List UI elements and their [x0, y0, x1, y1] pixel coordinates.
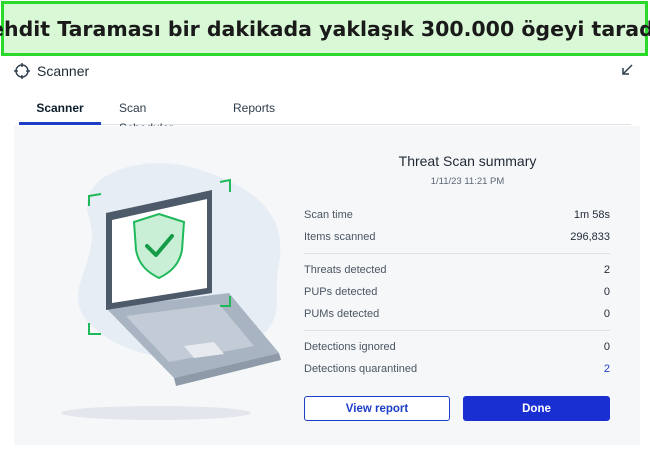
row-label: Items scanned — [304, 231, 376, 243]
divider — [304, 330, 610, 331]
crosshair-icon — [14, 63, 30, 79]
collapse-arrow-icon[interactable] — [620, 63, 634, 77]
tab-reports[interactable]: Reports — [233, 98, 293, 125]
title-bar: Scanner — [3, 56, 646, 86]
summary-row-scan-time: Scan time 1m 58s — [304, 209, 610, 225]
row-label: Threats detected — [304, 264, 387, 276]
summary-date: 1/11/23 11:21 PM — [430, 176, 505, 187]
caption-text: Tehdit Taraması bir dakikada yaklaşık 30… — [0, 16, 650, 41]
row-value: 0 — [603, 308, 610, 320]
row-value: 0 — [603, 286, 610, 298]
caption-banner: Tehdit Taraması bir dakikada yaklaşık 30… — [0, 1, 650, 56]
quarantined-count-link[interactable]: 2 — [604, 363, 610, 375]
window-title: Scanner — [37, 63, 90, 79]
row-label: Detections ignored — [304, 341, 396, 353]
scan-summary-panel: Threat Scan summary 1/11/23 11:21 PM Sca… — [14, 126, 640, 445]
summary-title: Threat Scan summary — [398, 153, 537, 169]
summary-row-detections-quarantined: Detections quarantined 2 — [304, 363, 610, 379]
summary-row-detections-ignored: Detections ignored 0 — [304, 341, 610, 357]
row-label: PUMs detected — [304, 308, 380, 320]
tab-bar: Scanner Scan Scheduler Reports — [19, 98, 631, 135]
scanner-window: Scanner Scanner Scan Scheduler Reports — [3, 56, 646, 447]
row-label: PUPs detected — [304, 286, 378, 298]
row-value: 296,833 — [570, 231, 610, 243]
divider — [304, 253, 610, 254]
done-button[interactable]: Done — [463, 396, 610, 421]
view-report-button[interactable]: View report — [304, 396, 450, 421]
row-label: Detections quarantined — [304, 363, 418, 375]
tab-scan-scheduler[interactable]: Scan Scheduler — [119, 98, 201, 135]
tab-scanner[interactable]: Scanner — [19, 98, 101, 125]
row-value: 0 — [603, 341, 610, 353]
laptop-shield-check-icon — [61, 163, 281, 420]
summary-row-items-scanned: Items scanned 296,833 — [304, 231, 610, 247]
summary-row-pups-detected: PUPs detected 0 — [304, 286, 610, 302]
row-label: Scan time — [304, 209, 353, 221]
summary-row-threats-detected: Threats detected 2 — [304, 264, 610, 280]
row-value: 1m 58s — [573, 209, 610, 221]
row-value: 2 — [603, 264, 610, 276]
summary-row-pums-detected: PUMs detected 0 — [304, 308, 610, 324]
